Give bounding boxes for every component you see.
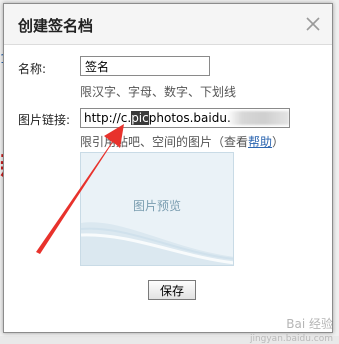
dialog-titlebar: 创建签名档 bbox=[4, 4, 332, 45]
link-hint-close: ） bbox=[272, 135, 284, 149]
link-label: 图片链接: bbox=[18, 111, 70, 128]
url-suffix: photos.baidu. bbox=[149, 111, 231, 125]
name-input[interactable] bbox=[80, 56, 210, 76]
name-hint: 限汉字、字母、数字、下划线 bbox=[80, 83, 236, 100]
watermark-logo: Bai 经验 bbox=[286, 315, 333, 332]
preview-label: 图片预览 bbox=[81, 197, 233, 214]
link-hint: 限引用贴吧、空间的图片（查看帮助） bbox=[80, 133, 284, 150]
save-button[interactable]: 保存 bbox=[148, 280, 196, 300]
link-hint-text: 限引用贴吧、空间的图片（查看 bbox=[80, 135, 248, 149]
image-preview-box: 图片预览 bbox=[80, 152, 234, 266]
name-label: 名称: bbox=[18, 60, 46, 77]
close-icon[interactable] bbox=[304, 15, 322, 33]
image-url-input[interactable]: http://c.picphotos.baidu. bbox=[80, 108, 290, 128]
url-obscured-region bbox=[227, 111, 289, 125]
url-prefix: http://c. bbox=[84, 111, 131, 125]
help-link[interactable]: 帮助 bbox=[248, 135, 272, 149]
url-selected-text: pic bbox=[131, 111, 149, 125]
create-signature-dialog: 创建签名档 名称: 限汉字、字母、数字、下划线 图片链接: http://c.p… bbox=[3, 3, 333, 333]
dialog-title: 创建签名档 bbox=[18, 15, 93, 36]
